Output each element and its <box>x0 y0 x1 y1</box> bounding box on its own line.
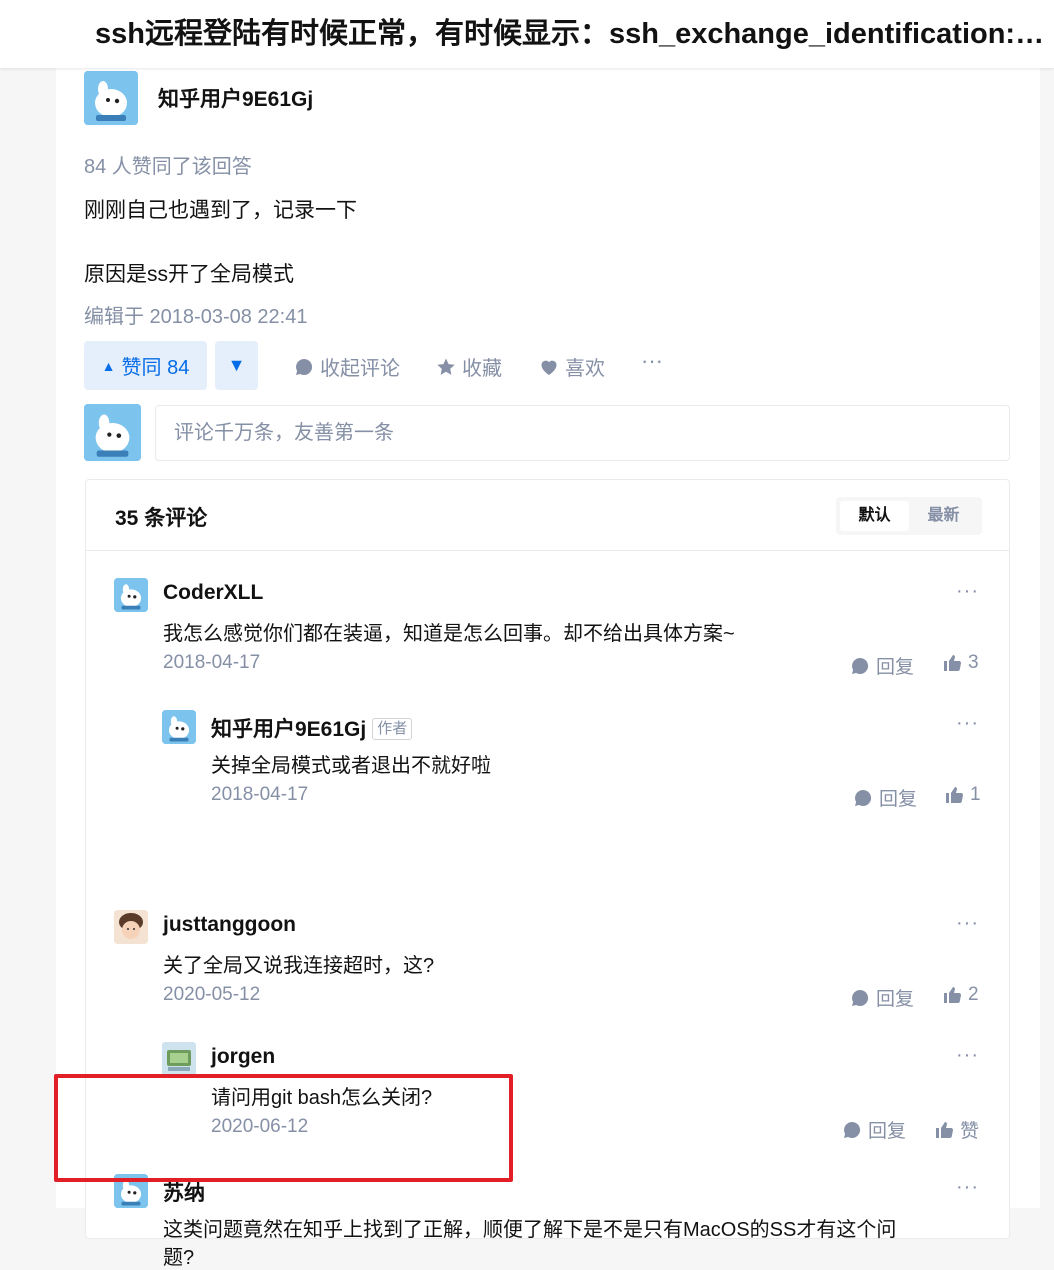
comment-avatar[interactable] <box>114 578 148 612</box>
reply-label: 回复 <box>876 989 915 1010</box>
sort-default-button[interactable]: 默认 <box>840 501 909 531</box>
like-count: 1 <box>970 784 981 805</box>
comments-count: 35 条评论 <box>115 507 208 530</box>
star-icon <box>437 358 455 375</box>
like-count: 3 <box>968 652 979 673</box>
comment-avatar[interactable] <box>162 1042 196 1076</box>
arrow-up-icon: ▲ <box>101 357 116 374</box>
reply-label: 回复 <box>876 657 915 678</box>
reply-label: 回复 <box>868 1121 907 1142</box>
sort-toggle: 默认 最新 <box>836 497 982 535</box>
reply-button[interactable]: 回复 <box>842 1116 906 1143</box>
edit-time[interactable]: 编辑于 2018-03-08 22:41 <box>84 300 307 329</box>
comment-input[interactable]: 评论千万条，友善第一条 <box>155 405 1010 461</box>
like-comment-button[interactable]: 1 <box>944 784 981 806</box>
comment-icon <box>852 989 869 1006</box>
comment-icon <box>296 358 313 375</box>
current-user-avatar[interactable] <box>84 404 141 461</box>
author-badge: 作者 <box>372 718 413 740</box>
upvote-label: 赞同 84 <box>121 357 190 379</box>
like-comment-button[interactable]: 2 <box>942 984 979 1006</box>
reply-button[interactable]: 回复 <box>850 652 914 679</box>
reply-button[interactable]: 回复 <box>850 984 914 1011</box>
comment-avatar[interactable] <box>114 910 148 944</box>
thumbs-up-icon <box>936 1121 954 1138</box>
comment-author[interactable]: 知乎用户9E61Gj <box>211 718 366 741</box>
more-icon[interactable]: ··· <box>956 712 979 735</box>
thumbs-up-icon <box>944 987 962 1004</box>
vote-summary: 84 人赞同了该回答 <box>84 156 252 178</box>
more-icon[interactable]: ··· <box>956 580 979 603</box>
reply-label: 回复 <box>879 789 918 810</box>
comment-author[interactable]: justtanggoon <box>163 913 296 937</box>
comment-icon <box>844 1121 861 1138</box>
favorite-label: 收藏 <box>462 358 502 380</box>
comment-icon <box>855 789 872 806</box>
comment-text: 关了全局又说我连接超时，这? <box>163 955 435 977</box>
comment-avatar[interactable] <box>162 710 196 744</box>
like-comment-button[interactable]: 赞 <box>934 1116 979 1143</box>
comment-author[interactable]: CoderXLL <box>163 581 263 605</box>
comment-text: 我怎么感觉你们都在装逼，知道是怎么回事。却不给出具体方案~ <box>163 623 735 645</box>
collapse-comments-label: 收起评论 <box>320 358 400 380</box>
like-comment-button[interactable]: 3 <box>942 652 979 674</box>
more-icon[interactable]: ··· <box>956 1176 979 1199</box>
comment-text: 这类问题竟然在知乎上找到了正解，顺便了解下是不是只有MacOS的SS才有这个问 <box>163 1219 897 1241</box>
comment-date: 2020-05-12 <box>163 984 261 1005</box>
question-header: ssh远程登陆有时候正常，有时候显示：ssh_exchange_identifi… <box>0 0 1054 68</box>
comment-author-row: 知乎用户9E61Gj 作者 <box>211 713 413 743</box>
more-icon[interactable]: ··· <box>956 912 979 935</box>
like-count: 2 <box>968 984 979 1005</box>
like-label: 喜欢 <box>565 358 605 380</box>
more-icon[interactable]: ··· <box>956 1044 979 1067</box>
sort-newest-button[interactable]: 最新 <box>909 501 978 531</box>
thumbs-up-icon <box>946 787 964 804</box>
comment-icon <box>852 657 869 674</box>
like-count: 赞 <box>960 1121 980 1142</box>
downvote-button[interactable]: ▼ <box>215 341 258 390</box>
arrow-down-icon: ▼ <box>227 355 246 375</box>
thumbs-up-icon <box>944 655 962 672</box>
comment-author[interactable]: jorgen <box>211 1045 275 1069</box>
question-title[interactable]: ssh远程登陆有时候正常，有时候显示：ssh_exchange_identifi… <box>95 14 1045 54</box>
collapse-comments-button[interactable]: 收起评论 <box>294 352 400 381</box>
comment-text-continued: 题? <box>163 1247 195 1269</box>
answer-paragraph-2: 原因是ss开了全局模式 <box>84 263 294 286</box>
comments-header: 35 条评论 默认 最新 <box>86 480 1009 551</box>
more-actions-button[interactable]: ··· <box>641 348 663 374</box>
author-name[interactable]: 知乎用户9E61Gj <box>158 83 313 113</box>
upvote-button[interactable]: ▲ 赞同 84 <box>84 341 207 390</box>
comment-date: 2018-04-17 <box>211 784 309 805</box>
more-icon: ··· <box>641 348 663 373</box>
answer-card: 知乎用户9E61Gj 84 人赞同了该回答 刚刚自己也遇到了，记录一下 原因是s… <box>56 68 1040 1269</box>
answer-paragraph-1: 刚刚自己也遇到了，记录一下 <box>84 199 357 222</box>
like-button[interactable]: 喜欢 <box>539 352 605 381</box>
highlight-annotation <box>54 1074 513 1182</box>
comment-date: 2018-04-17 <box>163 652 261 673</box>
heart-icon <box>541 360 557 375</box>
reply-button[interactable]: 回复 <box>853 784 917 811</box>
comment-text: 关掉全局模式或者退出不就好啦 <box>211 755 491 777</box>
favorite-button[interactable]: 收藏 <box>436 352 502 381</box>
author-avatar[interactable] <box>84 71 138 125</box>
